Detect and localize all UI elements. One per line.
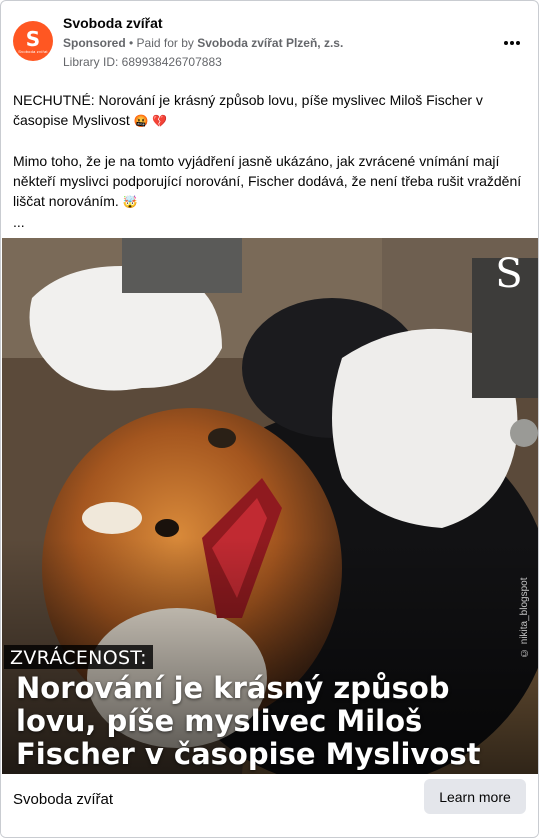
ad-footer: Svoboda zvířat Learn more: [1, 774, 538, 837]
post-paragraph-2: Mimo toho, že je na tomto vyjádření jasn…: [13, 153, 522, 209]
sponsored-line: Sponsored • Paid for by Svoboda zvířat P…: [63, 36, 343, 50]
avatar-text: Svoboda zvířat: [18, 48, 48, 54]
post-text: NECHUTNÉ: Norování je krásný způsob lovu…: [13, 90, 525, 232]
page-name[interactable]: Svoboda zvířat: [63, 15, 163, 31]
footer-page-name[interactable]: Svoboda zvířat: [13, 791, 113, 808]
ad-image[interactable]: S © nikita_blogspot ZVRÁCENOST: Norování…: [2, 238, 538, 774]
image-headline: Norování je krásný způsob lovu, píše mys…: [16, 671, 481, 771]
avatar-letter: S: [25, 26, 41, 51]
page-avatar[interactable]: S Svoboda zvířat: [13, 21, 53, 61]
library-id: Library ID: 689938426707883: [63, 55, 222, 69]
learn-more-button[interactable]: Learn more: [424, 779, 526, 814]
more-options-button[interactable]: [498, 29, 526, 57]
shocked-emoji: 🤯: [118, 195, 138, 209]
sponsored-label: Sponsored: [63, 36, 126, 50]
image-tag-label: ZVRÁCENOST:: [4, 645, 153, 669]
brand-s-badge: S: [495, 251, 523, 297]
paid-for-prefix: • Paid for by: [125, 36, 198, 50]
ad-card: S Svoboda zvířat Svoboda zvířat Sponsore…: [0, 0, 539, 838]
angry-heartbreak-emoji: 🤬 💔: [129, 114, 168, 128]
ad-header: S Svoboda zvířat Svoboda zvířat Sponsore…: [13, 15, 526, 75]
paid-by-name: Svoboda zvířat Plzeň, z.s.: [197, 36, 344, 50]
image-watermark: © nikita_blogspot: [519, 577, 530, 659]
post-paragraph-1: NECHUTNÉ: Norování je krásný způsob lovu…: [13, 92, 483, 128]
see-more-ellipsis[interactable]: ...: [13, 212, 525, 232]
three-dots-icon: [503, 41, 508, 45]
